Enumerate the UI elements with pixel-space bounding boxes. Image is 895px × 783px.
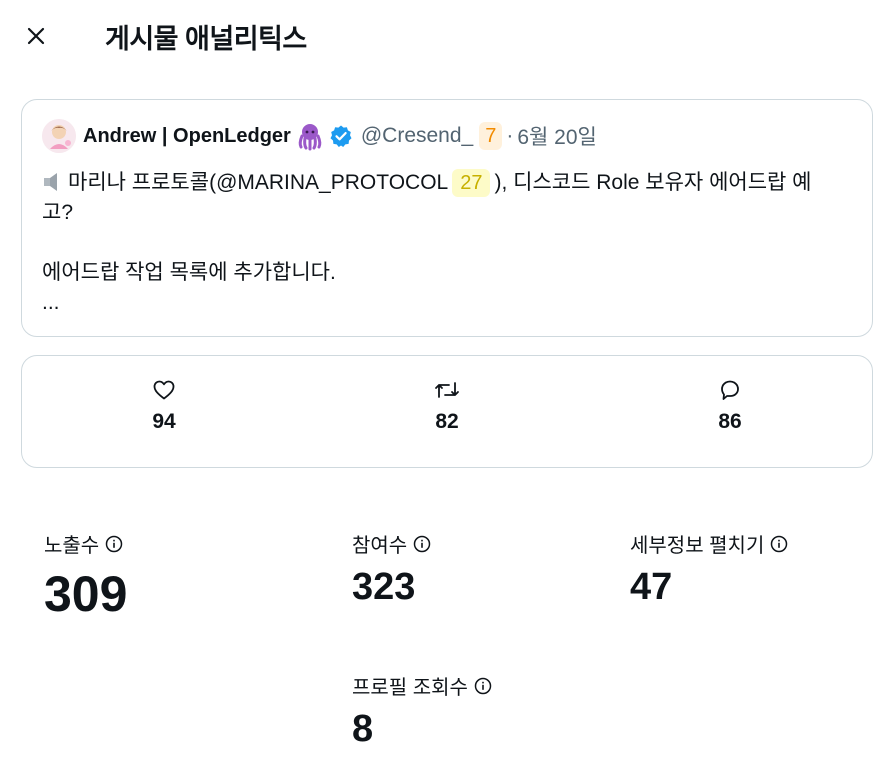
reply-icon xyxy=(721,380,739,400)
post-line-1-text: 마리나 프로토콜(@MARINA_PROTOCOL xyxy=(68,171,449,194)
handle-badge: 7 xyxy=(479,122,503,150)
mention-badge: 27 xyxy=(452,169,491,197)
avatar-image-icon xyxy=(42,119,76,153)
replies-stat[interactable]: 86 xyxy=(690,378,770,434)
reposts-count: 82 xyxy=(435,410,459,433)
detail-expands-value: 47 xyxy=(630,566,673,608)
impressions-label-row: 노출수 xyxy=(44,529,127,558)
detail-expands-label-row: 세부정보 펼치기 xyxy=(630,529,788,558)
heart-icon xyxy=(153,380,175,400)
avatar[interactable] xyxy=(42,119,76,153)
modal-header: 게시물 애널리틱스 xyxy=(0,0,895,70)
detail-expands-metric: 세부정보 펼치기 47 xyxy=(630,529,788,606)
post-line-3: 에어드랍 작업 목록에 추가합니다. xyxy=(42,261,336,284)
post-line-1: 마리나 프로토콜(@MARINA_PROTOCOL 27), 디스코드 Role … xyxy=(42,168,852,198)
post-line-4: ... xyxy=(42,291,60,314)
author-handle[interactable]: @Cresend_ xyxy=(361,124,473,148)
engagements-metric: 참여수 323 xyxy=(352,529,431,606)
verified-badge-icon xyxy=(330,125,352,147)
profile-visits-label-row: 프로필 조회수 xyxy=(352,671,492,700)
impressions-metric: 노출수 309 xyxy=(44,529,127,619)
author-name[interactable]: Andrew | OpenLedger xyxy=(83,125,291,148)
profile-visits-value: 8 xyxy=(352,708,374,750)
post-line-2: 고? xyxy=(42,201,73,224)
impressions-label: 노출수 xyxy=(44,535,100,557)
replies-count: 86 xyxy=(718,410,742,433)
post-text: 마리나 프로토콜(@MARINA_PROTOCOL 27), 디스코드 Role … xyxy=(42,168,852,318)
engagements-value: 323 xyxy=(352,566,416,608)
engagements-label: 참여수 xyxy=(352,535,408,557)
engagements-label-row: 참여수 xyxy=(352,529,431,558)
likes-count: 94 xyxy=(152,410,176,433)
profile-visits-metric: 프로필 조회수 8 xyxy=(352,671,492,748)
info-icon[interactable] xyxy=(413,535,431,553)
octopus-emoji-icon xyxy=(298,124,322,151)
post-date[interactable]: 6월 20일 xyxy=(517,121,597,151)
engagement-card: 94 82 86 xyxy=(21,355,873,468)
info-icon[interactable] xyxy=(474,677,492,695)
info-icon[interactable] xyxy=(770,535,788,553)
info-icon[interactable] xyxy=(105,535,123,553)
post-card[interactable]: Andrew | OpenLedger @Cresend_ 7 · 6월 20일… xyxy=(21,99,873,337)
post-line-1-rest: ), 디스코드 Role 보유자 에어드랍 예 xyxy=(494,171,812,194)
impressions-value: 309 xyxy=(44,566,128,622)
profile-visits-label: 프로필 조회수 xyxy=(352,677,468,699)
page-title: 게시물 애널리틱스 xyxy=(105,24,307,54)
post-header: Andrew | OpenLedger @Cresend_ 7 · 6월 20일 xyxy=(42,118,597,154)
repost-icon xyxy=(435,382,459,398)
close-icon xyxy=(27,27,45,45)
reposts-stat[interactable]: 82 xyxy=(407,378,487,434)
separator-dot: · xyxy=(506,124,514,147)
detail-expands-label: 세부정보 펼치기 xyxy=(630,535,765,557)
close-button[interactable] xyxy=(18,18,54,54)
likes-stat[interactable]: 94 xyxy=(124,378,204,434)
speaker-icon xyxy=(44,173,57,191)
